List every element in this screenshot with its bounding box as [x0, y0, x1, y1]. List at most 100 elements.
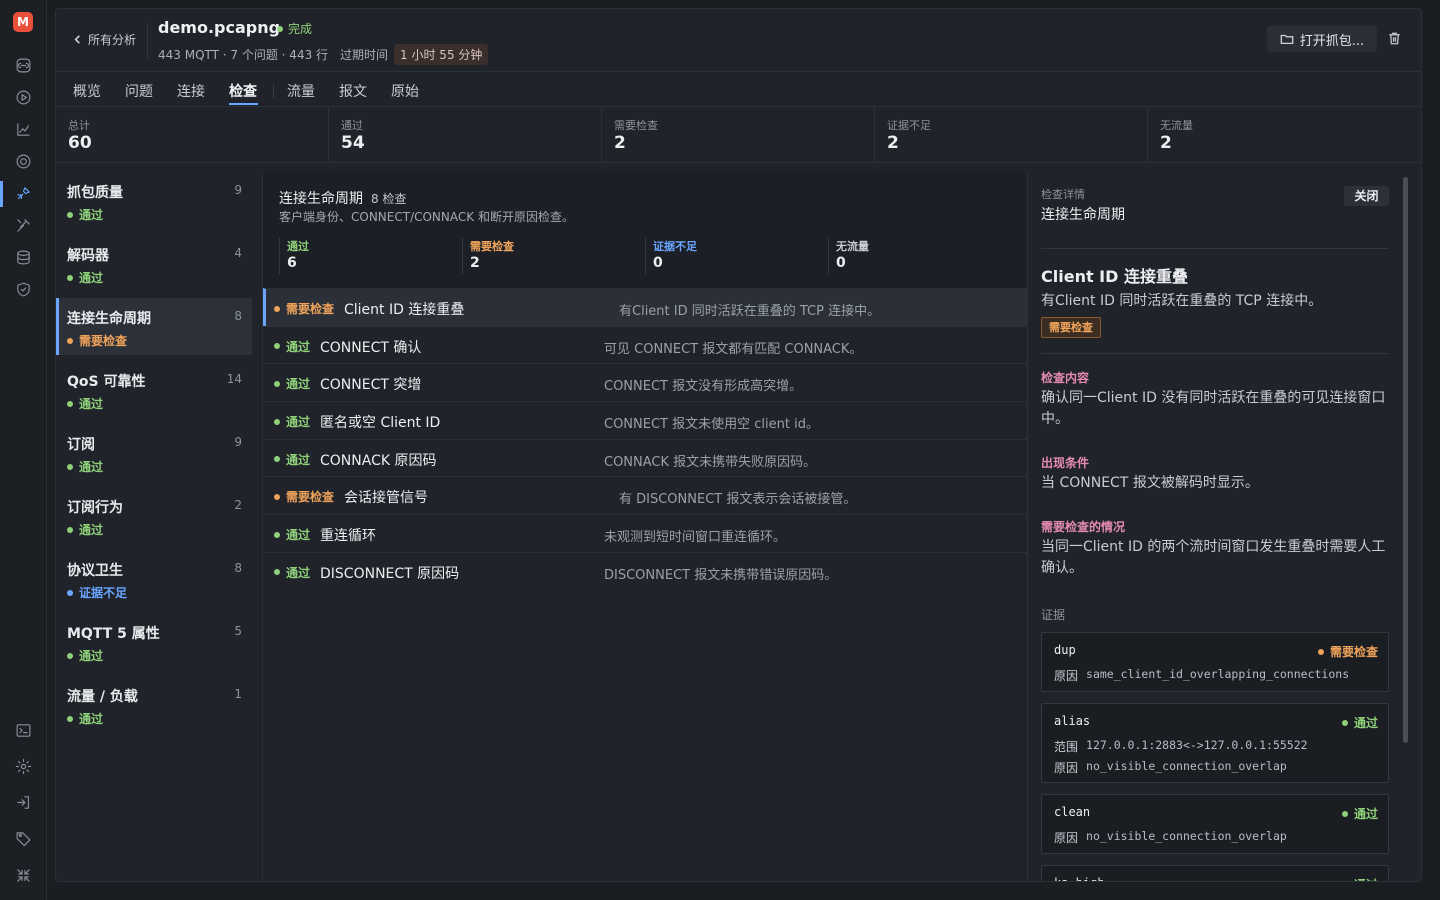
play-icon[interactable]: [14, 88, 33, 107]
link-icon[interactable]: [14, 56, 33, 75]
check-status-text: 需要检查: [286, 490, 335, 505]
summary-bar: [828, 238, 829, 274]
check-status-text: 需要检查: [286, 302, 335, 316]
tab-connections[interactable]: 连接: [177, 81, 205, 101]
terminal-icon[interactable]: [14, 721, 33, 740]
tab-checks[interactable]: 检查: [229, 81, 257, 101]
category-status-text: 通过: [79, 397, 104, 411]
check-status: 通过: [274, 564, 310, 581]
evidence-field: 原因 no_visible_connection_overlap: [1054, 829, 1287, 846]
header-divider: [147, 23, 148, 59]
category-item[interactable]: MQTT 5 属性 5 通过: [56, 613, 252, 670]
category-item[interactable]: 协议卫生 8 证据不足: [56, 550, 252, 607]
check-row[interactable]: 通过 CONNECT 突增 CONNECT 报文没有形成高突增。: [263, 363, 1027, 401]
shield-icon[interactable]: [14, 280, 33, 299]
tab-raw[interactable]: 原始: [391, 81, 419, 101]
category-count: 2: [234, 498, 242, 512]
evidence-status-text: 需要检查: [1329, 645, 1378, 659]
delete-button[interactable]: [1387, 31, 1403, 47]
summary-title: 连接生命周期: [279, 191, 363, 207]
stat-total: 总计 60: [56, 107, 329, 163]
summary-no-traffic: 无流量 0: [828, 238, 1011, 274]
login-icon[interactable]: [14, 793, 33, 812]
category-status: 通过: [67, 458, 103, 475]
status-dot: [274, 343, 280, 350]
summary-value: 2: [470, 255, 480, 271]
summary-bar: [462, 238, 463, 274]
summary-label: 证据不足: [653, 240, 697, 253]
category-item[interactable]: QoS 可靠性 14 通过: [56, 361, 252, 418]
evidence-status: 通过: [1341, 714, 1378, 731]
category-item[interactable]: 解码器 4 通过: [56, 235, 252, 292]
stat-value: 60: [68, 133, 92, 153]
status-dot: [67, 652, 73, 659]
check-row-selected[interactable]: 需要检查 Client ID 连接重叠 有Client ID 同时活跃在重叠的 …: [263, 288, 1027, 326]
check-row[interactable]: 通过 重连循环 未观测到短时间窗口重连循环。: [263, 514, 1027, 552]
evidence-card[interactable]: dup 需要检查 原因 same_client_id_overlapping_c…: [1041, 632, 1389, 692]
gear-icon[interactable]: [14, 757, 33, 776]
open-capture-button[interactable]: 打开抓包...: [1267, 26, 1377, 52]
check-status-text: 通过: [286, 528, 311, 543]
target-icon[interactable]: [14, 152, 33, 171]
close-button[interactable]: 关闭: [1344, 186, 1389, 206]
tab-bar: 概览 问题 连接 检查 流量 报文 原始: [56, 72, 1421, 107]
meta-summary: 443 MQTT · 7 个问题 · 443 行: [158, 48, 329, 62]
tag-icon[interactable]: [14, 829, 33, 848]
check-row[interactable]: 通过 匿名或空 Client ID CONNECT 报文未使用空 client …: [263, 401, 1027, 439]
check-name: CONNACK 原因码: [320, 452, 437, 469]
folder-icon: [1280, 34, 1294, 45]
tab-overview[interactable]: 概览: [73, 81, 101, 101]
status-dot: [67, 715, 73, 722]
database-icon[interactable]: [14, 248, 33, 267]
tools-icon[interactable]: [14, 216, 33, 235]
trash-icon: [1389, 32, 1400, 45]
check-status-text: 通过: [286, 415, 311, 430]
section-heading: 出现条件: [1041, 456, 1090, 470]
category-status-text: 通过: [79, 271, 104, 285]
summary-bar: [279, 238, 280, 274]
detail-scrollbar[interactable]: [1403, 177, 1409, 881]
check-name: 重连循环: [320, 528, 376, 545]
summary-value: 6: [287, 255, 297, 271]
evidence-key: 原因: [1054, 669, 1079, 683]
category-status: 通过: [67, 206, 103, 223]
category-count: 8: [234, 309, 242, 323]
category-item[interactable]: 订阅 9 通过: [56, 424, 252, 481]
check-status: 通过: [274, 413, 310, 430]
category-item[interactable]: 流量 / 负载 1 通过: [56, 676, 252, 733]
evidence-field: 原因 same_client_id_overlapping_connection…: [1054, 667, 1349, 684]
check-row[interactable]: 通过 CONNECT 确认 可见 CONNECT 报文都有匹配 CONNACK。: [263, 325, 1027, 364]
status-dot: [67, 274, 73, 281]
check-row[interactable]: 通过 CONNACK 原因码 CONNACK 报文未携带失败原因码。: [263, 438, 1027, 477]
stat-value: 2: [1160, 133, 1172, 153]
scrollbar-thumb[interactable]: [1403, 177, 1408, 743]
check-row[interactable]: 需要检查 会话接管信号 有 DISCONNECT 报文表示会话被接管。: [263, 476, 1027, 514]
status-dot: [274, 418, 280, 425]
check-status: 通过: [274, 451, 310, 468]
check-row[interactable]: 通过 DISCONNECT 原因码 DISCONNECT 报文未携带错误原因码。: [263, 551, 1027, 590]
summary-value: 0: [653, 255, 663, 271]
category-item-selected[interactable]: 连接生命周期 8 需要检查: [56, 298, 252, 355]
tab-packets[interactable]: 报文: [339, 81, 367, 101]
category-item[interactable]: 订阅行为 2 通过: [56, 487, 252, 544]
detail-header-title: 连接生命周期: [1041, 207, 1125, 223]
app-logo[interactable]: M: [13, 12, 33, 32]
category-item[interactable]: 抓包质量 9 通过: [56, 172, 252, 229]
evidence-card[interactable]: clean 通过 原因 no_visible_connection_overla…: [1041, 794, 1389, 854]
category-status-text: 通过: [79, 649, 104, 663]
category-name: 连接生命周期: [67, 311, 151, 327]
tab-issues[interactable]: 问题: [125, 81, 153, 101]
collapse-icon[interactable]: [14, 866, 33, 885]
section-body: 当 CONNECT 报文被解码时显示。: [1041, 475, 1259, 491]
stat-pass: 通过 54: [329, 107, 602, 163]
status-dot: [274, 380, 280, 387]
evidence-card[interactable]: ka_high 通过: [1041, 865, 1389, 881]
check-detail-panel: 检查详情 连接生命周期 关闭 Client ID 连接重叠 有Client ID…: [1027, 172, 1421, 881]
evidence-status-text: 通过: [1353, 716, 1378, 730]
inspect-icon[interactable]: [14, 184, 33, 203]
tab-traffic[interactable]: 流量: [287, 81, 315, 101]
evidence-value: no_visible_connection_overlap: [1086, 829, 1287, 843]
evidence-card[interactable]: alias 通过 范围 127.0.0.1:2883<->127.0.0.1:5…: [1041, 703, 1389, 783]
back-link[interactable]: 所有分析: [72, 31, 136, 48]
chart-icon[interactable]: [14, 120, 33, 139]
